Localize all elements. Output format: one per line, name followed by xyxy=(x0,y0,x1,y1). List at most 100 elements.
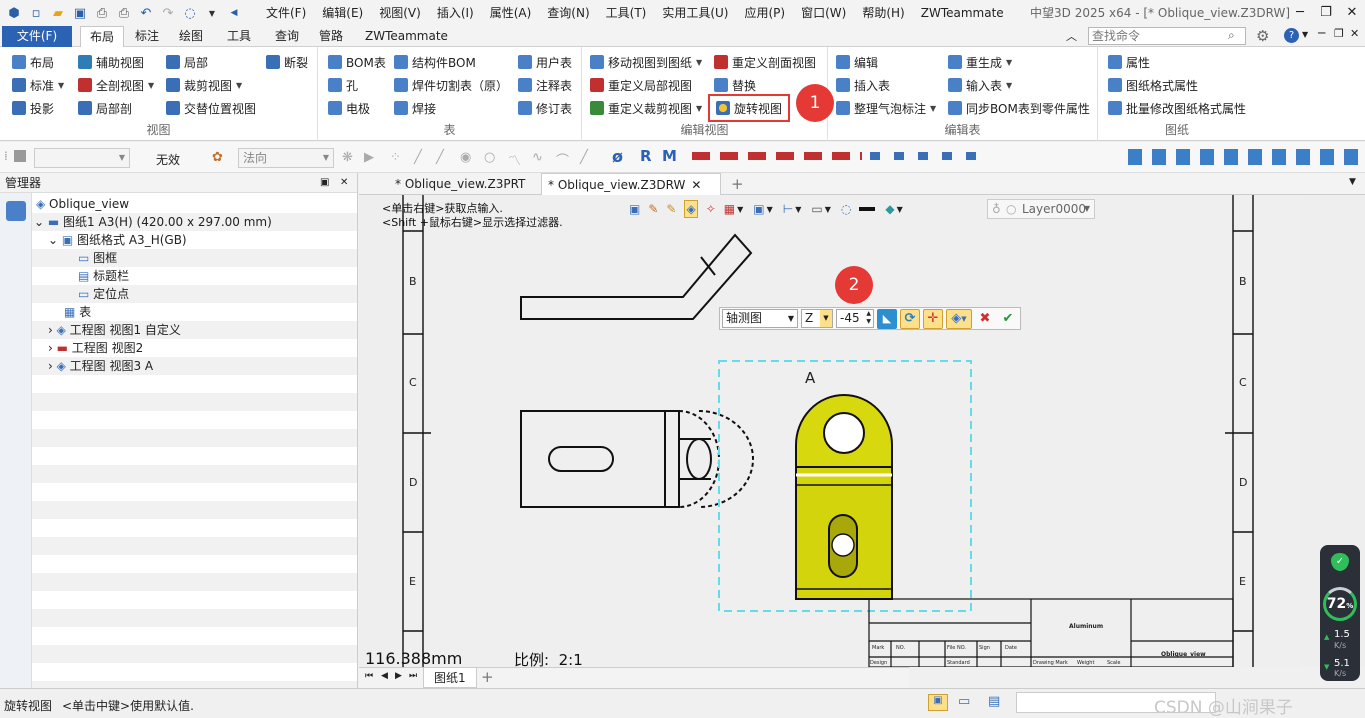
play-icon[interactable]: ▶ xyxy=(364,150,378,165)
display-dropdown-icon[interactable]: ▼ xyxy=(767,205,773,214)
history-tab-icon[interactable] xyxy=(6,201,26,221)
status-monitor-icon[interactable]: ▭ xyxy=(958,694,970,709)
angle-spinner-icon[interactable]: ▲ ▼ xyxy=(866,310,871,326)
status-list-icon[interactable]: ▤ xyxy=(988,694,1000,709)
crop-view-button[interactable]: 裁剪视图 ▼ xyxy=(166,75,242,95)
grid-dropdown-icon[interactable]: ▼ xyxy=(737,205,743,214)
open-folder-icon[interactable]: ▰ xyxy=(48,3,68,23)
tab-list-dropdown-icon[interactable]: ▼ xyxy=(1349,177,1356,187)
sheet-format-properties-button[interactable]: 图纸格式属性 xyxy=(1108,75,1198,95)
settings-gear-icon[interactable]: ⚙ xyxy=(1256,27,1269,45)
layout-button[interactable]: 布局 xyxy=(12,52,54,72)
arrange-balloons-dropdown-icon[interactable]: ▼ xyxy=(930,104,936,113)
brush-icon[interactable]: ✎ xyxy=(666,202,676,216)
collapse-ribbon-icon[interactable]: ︿ xyxy=(1066,28,1077,44)
undo-icon[interactable]: ↶ xyxy=(136,3,156,23)
left-arrow-icon[interactable]: ◀ xyxy=(224,3,244,23)
tree-item-sheet1[interactable]: ⌄ ▬ 图纸1 A3(H) (420.00 x 297.00 mm) xyxy=(32,213,357,231)
rotate-view-button[interactable]: 旋转视图 xyxy=(708,94,791,122)
standard-dropdown-icon[interactable]: ▼ xyxy=(58,81,64,90)
first-sheet-icon[interactable]: ⏮ xyxy=(365,671,373,681)
display-option-button[interactable]: ◈ ▼ xyxy=(946,308,972,329)
standard-button[interactable]: 标准 ▼ xyxy=(12,75,64,95)
point-icon[interactable]: ⁘ xyxy=(390,150,404,165)
tree-item-view3[interactable]: › ◈ 工程图 视图3 A xyxy=(32,357,357,375)
restore-button[interactable]: ❐ xyxy=(1314,0,1338,26)
batch-modify-format-button[interactable]: 批量修改图纸格式属性 xyxy=(1108,98,1246,118)
manager-pin-icon[interactable]: ▣ xyxy=(320,173,329,193)
projection-button[interactable]: 投影 xyxy=(12,98,54,118)
ribbon-close-button[interactable]: ✕ xyxy=(1350,27,1359,40)
insert-table-button[interactable]: 插入表 xyxy=(836,75,890,95)
weldment-cut-table-button[interactable]: 焊件切割表（原） xyxy=(394,75,508,95)
redefine-crop-button[interactable]: 重定义裁剪视图 ▼ xyxy=(590,98,702,118)
hole-table-button[interactable]: 孔 xyxy=(328,75,358,95)
arrange-balloons-button[interactable]: 整理气泡标注 ▼ xyxy=(836,98,936,118)
wave-icon[interactable]: ∿ xyxy=(532,150,546,165)
regenerate-button[interactable]: 重生成 ▼ xyxy=(948,52,1012,72)
prev-sheet-icon[interactable]: ◀ xyxy=(381,671,388,681)
menu-zwteammate[interactable]: ZWTeammate xyxy=(913,0,1012,26)
style-combo[interactable]: ▼ xyxy=(34,148,130,168)
move-view-dropdown-icon[interactable]: ▼ xyxy=(696,58,702,67)
input-table-dropdown-icon[interactable]: ▼ xyxy=(1006,81,1012,90)
user-table-button[interactable]: 用户表 xyxy=(518,52,572,72)
last-sheet-icon[interactable]: ⏭ xyxy=(409,671,417,681)
new-file-icon[interactable]: ▫ xyxy=(26,3,46,23)
menu-window[interactable]: 窗口(W) xyxy=(793,0,854,26)
break-view-button[interactable]: 断裂 xyxy=(266,52,308,72)
help-dropdown-icon[interactable]: ▼ xyxy=(1302,30,1308,39)
tab-layout[interactable]: 布局 xyxy=(80,26,125,47)
menu-tools[interactable]: 工具(T) xyxy=(598,0,655,26)
display-icon[interactable]: ▣ xyxy=(753,202,764,216)
auxiliary-view-button[interactable]: 辅助视图 xyxy=(78,52,144,72)
dimension-dropdown-icon[interactable]: ▼ xyxy=(795,205,801,214)
edit-button[interactable]: 编辑 xyxy=(836,52,878,72)
snap-icon[interactable]: ❋ xyxy=(342,150,356,165)
expand-arrow-icon[interactable]: › xyxy=(48,341,57,355)
tree-item-frame[interactable]: ▭ 图框 xyxy=(32,249,357,267)
filter-icon[interactable]: ✿ xyxy=(212,150,223,165)
doc-tab-drawing[interactable]: * Oblique_view.Z3DRW ✕ xyxy=(541,173,721,195)
tree-item-view1[interactable]: › ◈ 工程图 视图1 自定义 xyxy=(32,321,357,339)
weld-table-button[interactable]: 焊接 xyxy=(394,98,436,118)
right-toolbar-icons[interactable] xyxy=(1128,149,1360,165)
drawing-canvas[interactable]: <单击右键>获取点输入. <Shift +鼠标右键>显示选择过滤器. ▣ ✎ ✎… xyxy=(359,195,1365,667)
redefine-detail-button[interactable]: 重定义局部视图 xyxy=(590,75,692,95)
collapse-arrow-icon[interactable]: ⌄ xyxy=(48,233,62,247)
structure-bom-button[interactable]: 结构件BOM xyxy=(394,52,476,72)
bom-table-button[interactable]: BOM表 xyxy=(328,52,386,72)
grid-icon[interactable]: ▦ xyxy=(724,202,735,216)
redefine-section-button[interactable]: 重定义剖面视图 xyxy=(714,52,816,72)
cancel-button[interactable]: ✖ xyxy=(975,309,995,329)
tree-item-root[interactable]: ◈ Oblique_view xyxy=(32,195,357,213)
tree-item-table[interactable]: ▦ 表 xyxy=(32,303,357,321)
menu-view[interactable]: 视图(V) xyxy=(371,0,429,26)
note-table-button[interactable]: 注释表 xyxy=(518,75,572,95)
revision-table-button[interactable]: 修订表 xyxy=(518,98,572,118)
menu-utilities[interactable]: 实用工具(U) xyxy=(654,0,736,26)
electrode-table-button[interactable]: 电极 xyxy=(328,98,370,118)
manager-close-icon[interactable]: ✕ xyxy=(340,173,348,193)
minimize-button[interactable]: ─ xyxy=(1288,0,1312,26)
menu-help[interactable]: 帮助(H) xyxy=(854,0,912,26)
confirm-button[interactable]: ✔ xyxy=(998,309,1018,329)
menu-insert[interactable]: 插入(I) xyxy=(429,0,482,26)
close-tab-icon[interactable]: ✕ xyxy=(691,178,701,192)
replace-button[interactable]: 替换 xyxy=(714,75,756,95)
line-weight-icon[interactable] xyxy=(859,207,876,211)
print-icon[interactable]: ⎙ xyxy=(92,3,112,23)
input-table-button[interactable]: 输入表 ▼ xyxy=(948,75,1012,95)
layer-dropdown-icon[interactable]: ▼ xyxy=(897,205,903,214)
toolbar-icon-a[interactable] xyxy=(14,150,26,162)
quick-access-dropdown-icon[interactable]: ▼ xyxy=(202,3,222,23)
doc-tab-part[interactable]: * Oblique_view.Z3PRT xyxy=(389,173,531,195)
line2-icon[interactable]: ╱ xyxy=(436,150,450,165)
tree-item-view2[interactable]: › ▬ 工程图 视图2 xyxy=(32,339,357,357)
move-handle-button[interactable]: ✛ xyxy=(923,308,943,329)
new-tab-icon[interactable]: + xyxy=(731,175,744,193)
print-preview-icon[interactable]: ⎙ xyxy=(114,3,134,23)
search-input[interactable]: 查找命令 xyxy=(1088,27,1246,45)
tab-piping[interactable]: 管路 xyxy=(310,26,352,47)
pencil-icon[interactable]: ✎ xyxy=(648,202,658,216)
